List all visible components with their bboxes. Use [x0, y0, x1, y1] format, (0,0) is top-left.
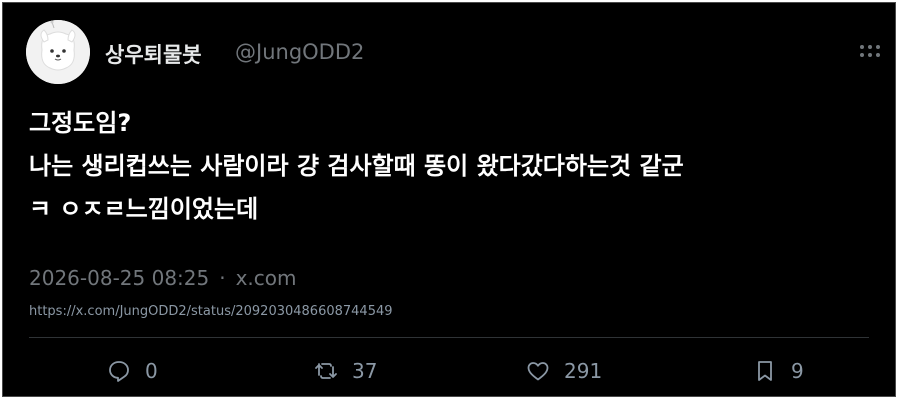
author-handle[interactable]: @JungODD2	[235, 40, 364, 64]
reply-icon	[109, 361, 129, 382]
timestamp[interactable]: 2026-08-25 08:25	[29, 266, 209, 290]
tweet-url[interactable]: https://x.com/JungODD2/status/2092030486…	[29, 304, 393, 319]
like-button[interactable]: 291	[526, 357, 602, 385]
tweet-text: 그정도임? 나는 생리컵쓰는 사람이라 걍 검사할때 똥이 왔다갔다하는것 같군…	[29, 102, 879, 231]
retweet-icon	[315, 363, 337, 379]
bookmark-button[interactable]: 9	[753, 357, 804, 385]
reply-count: 0	[145, 359, 158, 383]
tweet-line: ㅋ ㅇㅈㄹ느낌이었는데	[29, 195, 259, 223]
more-options-icon[interactable]	[859, 43, 881, 57]
avatar[interactable]	[26, 20, 90, 84]
white-dog-avatar-icon	[26, 20, 90, 84]
bookmark-icon	[758, 361, 772, 381]
tweet-card: 상우퇴물봇 @JungODD2 그정도임? 나는 생리컵쓰는 사람이라 걍 검사…	[2, 2, 896, 397]
divider	[29, 337, 869, 338]
author-display-name[interactable]: 상우퇴물봇	[105, 39, 202, 69]
tweet-line: 나는 생리컵쓰는 사람이라 걍 검사할때 똥이 왔다갔다하는것 같군	[29, 152, 684, 180]
reply-button[interactable]: 0	[107, 357, 158, 385]
tweet-meta: 2026-08-25 08:25 · x.com	[29, 266, 297, 290]
like-count: 291	[564, 359, 603, 383]
tweet-line: 그정도임?	[29, 109, 132, 137]
source[interactable]: x.com	[236, 266, 297, 290]
separator: ·	[219, 266, 226, 290]
heart-icon	[527, 362, 549, 381]
retweet-button[interactable]: 37	[314, 357, 377, 385]
retweet-count: 37	[352, 359, 378, 383]
bookmark-count: 9	[791, 359, 804, 383]
